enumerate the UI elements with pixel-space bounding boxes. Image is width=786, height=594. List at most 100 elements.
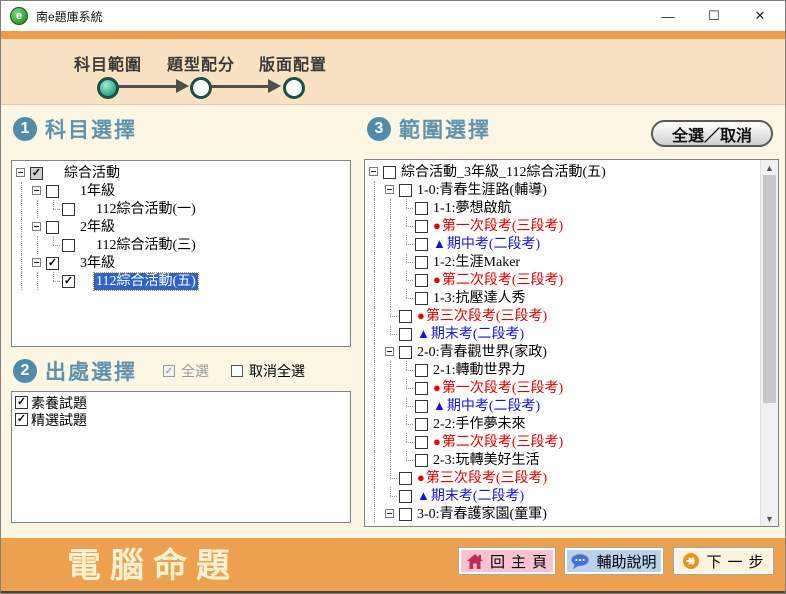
tree-connector-line (399, 433, 415, 451)
tree-checkbox[interactable] (415, 220, 428, 233)
tree-item-label[interactable]: ●第二次段考(三段考) (431, 272, 565, 289)
tree-row: 2-1:轉動世界力 (367, 361, 763, 379)
collapse-minus-icon[interactable] (385, 509, 394, 518)
section-source-header: 2 出處選擇 ✓ 全選 取消全選 (13, 356, 305, 386)
tree-checkbox[interactable] (46, 221, 59, 234)
tree-checkbox[interactable] (415, 292, 428, 305)
tree-checkbox[interactable] (399, 508, 412, 521)
tree-connector-line (399, 379, 415, 397)
tree-checkbox[interactable] (399, 490, 412, 503)
tree-item-label[interactable]: 112綜合活動(一) (94, 201, 198, 218)
expand-slot (383, 505, 399, 523)
home-button[interactable]: 回主頁 (458, 547, 556, 575)
tree-checkbox[interactable] (415, 436, 428, 449)
expand-slot (14, 164, 30, 182)
tree-item-label[interactable]: ▲期中考(二段考) (431, 236, 542, 253)
tree-checkbox[interactable] (383, 166, 396, 179)
tree-checkbox[interactable] (415, 202, 428, 215)
source-item-label[interactable]: 精選試題 (31, 410, 87, 430)
tree-indent-line (367, 469, 383, 487)
tree-checkbox[interactable] (399, 310, 412, 323)
close-button[interactable]: ✕ (737, 1, 783, 31)
tree-checkbox[interactable] (399, 346, 412, 359)
help-button[interactable]: 輔助說明 (564, 547, 664, 575)
tree-checkbox[interactable] (415, 418, 428, 431)
tree-checkbox[interactable] (415, 238, 428, 251)
tree-row: 112綜合活動(一) (14, 200, 348, 218)
section-number-badge: 2 (13, 359, 37, 383)
tree-item-label[interactable]: 綜合活動 (62, 165, 122, 182)
tree-item-label[interactable]: 1-0:青春生涯路(輔導) (415, 182, 549, 199)
tree-item-label[interactable]: ▲期中考(二段考) (431, 398, 542, 415)
tree-connector-line (46, 272, 62, 290)
maximize-button[interactable]: ☐ (691, 1, 737, 31)
tree-item-label[interactable]: 112綜合活動(五) (94, 273, 198, 290)
tree-item-label[interactable]: 1年級 (78, 183, 117, 200)
collapse-minus-icon[interactable] (16, 168, 25, 177)
tree-item-label[interactable]: 1-1:夢想啟航 (431, 200, 514, 217)
tree-item-label[interactable]: 2-1:轉動世界力 (431, 362, 528, 379)
tree-item-label[interactable]: 1-2:生涯Maker (431, 254, 522, 271)
tree-checkbox[interactable] (415, 454, 428, 467)
tree-item-label[interactable]: 2年級 (78, 219, 117, 236)
tree-checkbox[interactable] (62, 239, 75, 252)
collapse-minus-icon[interactable] (32, 258, 41, 267)
tree-checkbox[interactable] (415, 382, 428, 395)
range-tree: 綜合活動_3年級_112綜合活動(五)1-0:青春生涯路(輔導)1-1:夢想啟航… (365, 160, 765, 526)
tree-item-label[interactable]: 綜合活動_3年級_112綜合活動(五) (399, 164, 608, 181)
tree-indent-line (30, 236, 46, 254)
collapse-minus-icon[interactable] (385, 185, 394, 194)
tree-item-label[interactable]: 3年級 (78, 255, 117, 272)
speech-bubble-icon (571, 554, 589, 569)
collapse-minus-icon[interactable] (369, 167, 378, 176)
source-item-checkbox[interactable]: ✓ (15, 396, 28, 409)
tree-checkbox[interactable] (415, 364, 428, 377)
source-item-checkbox[interactable]: ✓ (15, 413, 28, 426)
tree-checkbox[interactable] (415, 256, 428, 269)
vertical-scrollbar[interactable]: ▲ ▼ (760, 160, 778, 526)
tree-item-label[interactable]: ●第一次段考(三段考) (431, 380, 565, 397)
tree-checkbox[interactable] (399, 472, 412, 485)
tree-item-label[interactable]: 2-3:玩轉美好生活 (431, 452, 542, 469)
tree-item-label[interactable]: 112綜合活動(三) (94, 237, 198, 254)
tree-checkbox[interactable] (62, 203, 75, 216)
tree-connector-line (399, 235, 415, 253)
tree-item-label[interactable]: 1-3:抗壓達人秀 (431, 290, 528, 307)
tree-connector-line (399, 217, 415, 235)
wizard-steps: 科目範圍 題型配分 版面配置 (1, 39, 785, 105)
select-all-toggle-button[interactable]: 全選／取消 (651, 120, 773, 147)
scrollbar-thumb[interactable] (763, 175, 776, 403)
tree-item-label[interactable]: 2-0:青春觀世界(家政) (415, 344, 549, 361)
minimize-button[interactable]: — (645, 1, 691, 31)
collapse-minus-icon[interactable] (32, 222, 41, 231)
tree-checkbox[interactable] (399, 328, 412, 341)
tree-row: 1-0:青春生涯路(輔導) (367, 181, 763, 199)
tree-item-label[interactable]: ▲期末考(二段考) (415, 488, 526, 505)
collapse-minus-icon[interactable] (32, 186, 41, 195)
next-step-button[interactable]: 下一步 (673, 547, 774, 575)
tree-checkbox[interactable] (46, 185, 59, 198)
collapse-minus-icon[interactable] (385, 347, 394, 356)
tree-item-label[interactable]: ●第三次段考(三段考) (415, 308, 549, 325)
tree-indent-line (14, 200, 30, 218)
tree-checkbox[interactable] (415, 274, 428, 287)
tree-item-label[interactable]: ●第一次段考(三段考) (431, 218, 565, 235)
tree-item-label[interactable]: 3-0:青春護家園(童軍) (415, 506, 549, 523)
tree-row: ▲期末考(二段考) (367, 325, 763, 343)
exam-dot-icon: ● (433, 219, 441, 232)
tree-checkbox[interactable] (399, 184, 412, 197)
scroll-down-icon[interactable]: ▼ (761, 511, 778, 526)
tree-checkbox[interactable] (415, 400, 428, 413)
tree-item-label[interactable]: 2-2:手作夢未來 (431, 416, 528, 433)
tree-checkbox[interactable]: ✓ (30, 167, 43, 180)
scroll-up-icon[interactable]: ▲ (761, 160, 778, 175)
tree-row: 綜合活動_3年級_112綜合活動(五) (367, 163, 763, 181)
tree-item-label[interactable]: ●第三次段考(三段考) (415, 470, 549, 487)
tree-checkbox[interactable]: ✓ (46, 257, 59, 270)
tree-item-label[interactable]: ●第二次段考(三段考) (431, 434, 565, 451)
select-all-checkbox[interactable]: ✓ (163, 365, 175, 377)
tree-indent-line (367, 235, 383, 253)
deselect-all-checkbox[interactable] (231, 365, 243, 377)
tree-checkbox[interactable]: ✓ (62, 275, 75, 288)
tree-item-label[interactable]: ▲期末考(二段考) (415, 326, 526, 343)
